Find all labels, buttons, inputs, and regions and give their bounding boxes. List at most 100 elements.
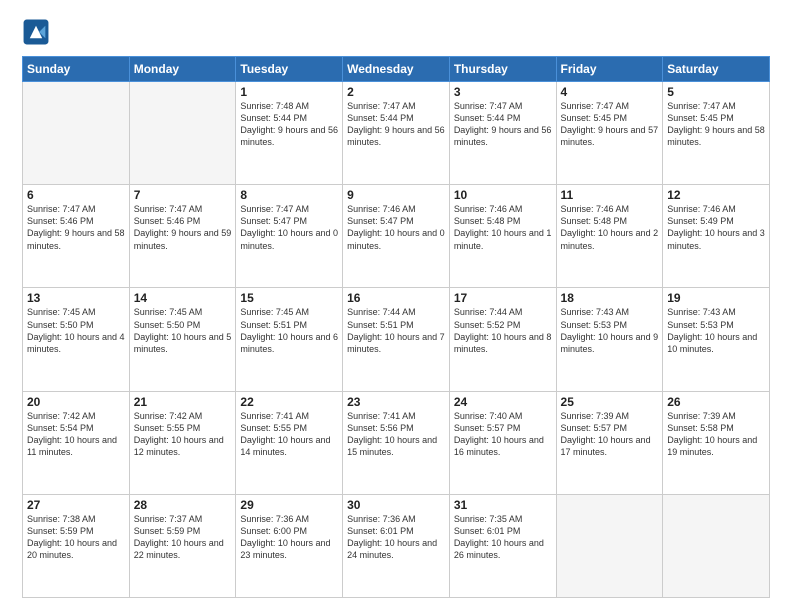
day-number: 1 xyxy=(240,85,338,99)
calendar-cell: 2Sunrise: 7:47 AM Sunset: 5:44 PM Daylig… xyxy=(343,82,450,185)
calendar-cell: 22Sunrise: 7:41 AM Sunset: 5:55 PM Dayli… xyxy=(236,391,343,494)
calendar-week-4: 20Sunrise: 7:42 AM Sunset: 5:54 PM Dayli… xyxy=(23,391,770,494)
day-info: Sunrise: 7:47 AM Sunset: 5:44 PM Dayligh… xyxy=(347,100,445,149)
day-info: Sunrise: 7:41 AM Sunset: 5:56 PM Dayligh… xyxy=(347,410,445,459)
day-number: 7 xyxy=(134,188,232,202)
day-number: 4 xyxy=(561,85,659,99)
calendar-cell: 31Sunrise: 7:35 AM Sunset: 6:01 PM Dayli… xyxy=(449,494,556,597)
day-number: 30 xyxy=(347,498,445,512)
day-number: 29 xyxy=(240,498,338,512)
day-info: Sunrise: 7:36 AM Sunset: 6:01 PM Dayligh… xyxy=(347,513,445,562)
day-header-friday: Friday xyxy=(556,57,663,82)
day-number: 21 xyxy=(134,395,232,409)
calendar-cell: 28Sunrise: 7:37 AM Sunset: 5:59 PM Dayli… xyxy=(129,494,236,597)
day-info: Sunrise: 7:35 AM Sunset: 6:01 PM Dayligh… xyxy=(454,513,552,562)
day-info: Sunrise: 7:41 AM Sunset: 5:55 PM Dayligh… xyxy=(240,410,338,459)
calendar-week-2: 6Sunrise: 7:47 AM Sunset: 5:46 PM Daylig… xyxy=(23,185,770,288)
calendar-cell: 15Sunrise: 7:45 AM Sunset: 5:51 PM Dayli… xyxy=(236,288,343,391)
calendar-cell xyxy=(663,494,770,597)
day-header-monday: Monday xyxy=(129,57,236,82)
day-info: Sunrise: 7:43 AM Sunset: 5:53 PM Dayligh… xyxy=(667,306,765,355)
calendar-cell xyxy=(556,494,663,597)
day-header-saturday: Saturday xyxy=(663,57,770,82)
day-number: 22 xyxy=(240,395,338,409)
day-number: 15 xyxy=(240,291,338,305)
calendar-cell: 5Sunrise: 7:47 AM Sunset: 5:45 PM Daylig… xyxy=(663,82,770,185)
day-info: Sunrise: 7:42 AM Sunset: 5:55 PM Dayligh… xyxy=(134,410,232,459)
day-number: 3 xyxy=(454,85,552,99)
calendar-cell: 21Sunrise: 7:42 AM Sunset: 5:55 PM Dayli… xyxy=(129,391,236,494)
day-info: Sunrise: 7:46 AM Sunset: 5:47 PM Dayligh… xyxy=(347,203,445,252)
day-number: 20 xyxy=(27,395,125,409)
calendar-cell xyxy=(23,82,130,185)
page: SundayMondayTuesdayWednesdayThursdayFrid… xyxy=(0,0,792,612)
day-number: 6 xyxy=(27,188,125,202)
day-info: Sunrise: 7:47 AM Sunset: 5:44 PM Dayligh… xyxy=(454,100,552,149)
day-info: Sunrise: 7:45 AM Sunset: 5:50 PM Dayligh… xyxy=(27,306,125,355)
calendar-cell: 11Sunrise: 7:46 AM Sunset: 5:48 PM Dayli… xyxy=(556,185,663,288)
day-number: 2 xyxy=(347,85,445,99)
day-number: 28 xyxy=(134,498,232,512)
calendar-cell: 8Sunrise: 7:47 AM Sunset: 5:47 PM Daylig… xyxy=(236,185,343,288)
day-header-tuesday: Tuesday xyxy=(236,57,343,82)
day-number: 27 xyxy=(27,498,125,512)
calendar-cell: 26Sunrise: 7:39 AM Sunset: 5:58 PM Dayli… xyxy=(663,391,770,494)
calendar-week-5: 27Sunrise: 7:38 AM Sunset: 5:59 PM Dayli… xyxy=(23,494,770,597)
day-number: 13 xyxy=(27,291,125,305)
calendar-cell: 16Sunrise: 7:44 AM Sunset: 5:51 PM Dayli… xyxy=(343,288,450,391)
day-number: 9 xyxy=(347,188,445,202)
calendar-cell: 29Sunrise: 7:36 AM Sunset: 6:00 PM Dayli… xyxy=(236,494,343,597)
day-info: Sunrise: 7:40 AM Sunset: 5:57 PM Dayligh… xyxy=(454,410,552,459)
day-info: Sunrise: 7:47 AM Sunset: 5:45 PM Dayligh… xyxy=(667,100,765,149)
calendar-cell: 19Sunrise: 7:43 AM Sunset: 5:53 PM Dayli… xyxy=(663,288,770,391)
header xyxy=(22,18,770,46)
calendar-cell: 17Sunrise: 7:44 AM Sunset: 5:52 PM Dayli… xyxy=(449,288,556,391)
day-info: Sunrise: 7:42 AM Sunset: 5:54 PM Dayligh… xyxy=(27,410,125,459)
calendar-cell xyxy=(129,82,236,185)
day-info: Sunrise: 7:45 AM Sunset: 5:50 PM Dayligh… xyxy=(134,306,232,355)
day-header-sunday: Sunday xyxy=(23,57,130,82)
day-info: Sunrise: 7:36 AM Sunset: 6:00 PM Dayligh… xyxy=(240,513,338,562)
calendar-cell: 25Sunrise: 7:39 AM Sunset: 5:57 PM Dayli… xyxy=(556,391,663,494)
day-number: 23 xyxy=(347,395,445,409)
day-info: Sunrise: 7:46 AM Sunset: 5:48 PM Dayligh… xyxy=(561,203,659,252)
day-info: Sunrise: 7:46 AM Sunset: 5:49 PM Dayligh… xyxy=(667,203,765,252)
calendar-cell: 27Sunrise: 7:38 AM Sunset: 5:59 PM Dayli… xyxy=(23,494,130,597)
calendar-header-row: SundayMondayTuesdayWednesdayThursdayFrid… xyxy=(23,57,770,82)
day-info: Sunrise: 7:38 AM Sunset: 5:59 PM Dayligh… xyxy=(27,513,125,562)
day-number: 26 xyxy=(667,395,765,409)
day-info: Sunrise: 7:37 AM Sunset: 5:59 PM Dayligh… xyxy=(134,513,232,562)
day-number: 24 xyxy=(454,395,552,409)
day-info: Sunrise: 7:47 AM Sunset: 5:46 PM Dayligh… xyxy=(27,203,125,252)
day-info: Sunrise: 7:44 AM Sunset: 5:52 PM Dayligh… xyxy=(454,306,552,355)
logo-icon xyxy=(22,18,50,46)
calendar-week-3: 13Sunrise: 7:45 AM Sunset: 5:50 PM Dayli… xyxy=(23,288,770,391)
calendar-cell: 13Sunrise: 7:45 AM Sunset: 5:50 PM Dayli… xyxy=(23,288,130,391)
calendar-cell: 1Sunrise: 7:48 AM Sunset: 5:44 PM Daylig… xyxy=(236,82,343,185)
calendar-cell: 24Sunrise: 7:40 AM Sunset: 5:57 PM Dayli… xyxy=(449,391,556,494)
calendar-cell: 30Sunrise: 7:36 AM Sunset: 6:01 PM Dayli… xyxy=(343,494,450,597)
day-info: Sunrise: 7:44 AM Sunset: 5:51 PM Dayligh… xyxy=(347,306,445,355)
day-number: 11 xyxy=(561,188,659,202)
day-number: 19 xyxy=(667,291,765,305)
day-info: Sunrise: 7:45 AM Sunset: 5:51 PM Dayligh… xyxy=(240,306,338,355)
day-header-thursday: Thursday xyxy=(449,57,556,82)
day-info: Sunrise: 7:39 AM Sunset: 5:58 PM Dayligh… xyxy=(667,410,765,459)
calendar-cell: 6Sunrise: 7:47 AM Sunset: 5:46 PM Daylig… xyxy=(23,185,130,288)
calendar-week-1: 1Sunrise: 7:48 AM Sunset: 5:44 PM Daylig… xyxy=(23,82,770,185)
day-number: 14 xyxy=(134,291,232,305)
day-number: 5 xyxy=(667,85,765,99)
calendar-cell: 14Sunrise: 7:45 AM Sunset: 5:50 PM Dayli… xyxy=(129,288,236,391)
day-info: Sunrise: 7:47 AM Sunset: 5:47 PM Dayligh… xyxy=(240,203,338,252)
day-info: Sunrise: 7:46 AM Sunset: 5:48 PM Dayligh… xyxy=(454,203,552,252)
day-number: 12 xyxy=(667,188,765,202)
day-info: Sunrise: 7:47 AM Sunset: 5:45 PM Dayligh… xyxy=(561,100,659,149)
day-info: Sunrise: 7:47 AM Sunset: 5:46 PM Dayligh… xyxy=(134,203,232,252)
calendar-cell: 9Sunrise: 7:46 AM Sunset: 5:47 PM Daylig… xyxy=(343,185,450,288)
day-info: Sunrise: 7:39 AM Sunset: 5:57 PM Dayligh… xyxy=(561,410,659,459)
calendar-cell: 7Sunrise: 7:47 AM Sunset: 5:46 PM Daylig… xyxy=(129,185,236,288)
day-number: 8 xyxy=(240,188,338,202)
calendar-cell: 12Sunrise: 7:46 AM Sunset: 5:49 PM Dayli… xyxy=(663,185,770,288)
calendar-cell: 4Sunrise: 7:47 AM Sunset: 5:45 PM Daylig… xyxy=(556,82,663,185)
day-number: 25 xyxy=(561,395,659,409)
